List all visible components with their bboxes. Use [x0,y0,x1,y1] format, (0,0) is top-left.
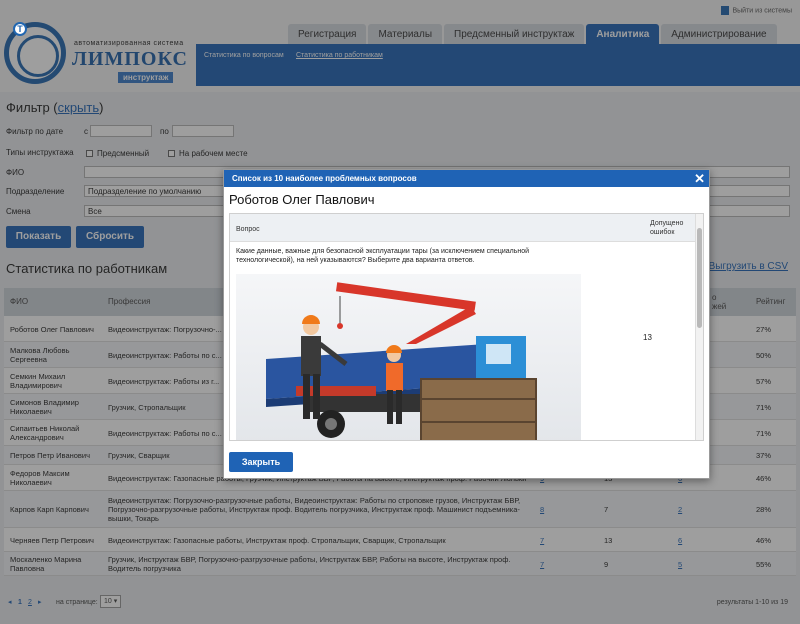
scroll-thumb[interactable] [697,228,702,328]
col-question-header: Вопрос [236,226,260,233]
dialog-person-name: Роботов Олег Павлович [229,192,375,207]
dialog-scrollbar[interactable] [695,214,703,440]
question-text: Какие данные, важные для безопасной эксп… [236,248,530,264]
logo-t-icon: T [13,22,27,36]
questions-list: Вопрос Допущено ошибок Какие данные, важ… [229,213,704,441]
problem-questions-dialog: Список из 10 наиболее проблемных вопросо… [223,169,710,479]
col-errors-made-header: Допущено ошибок [650,220,684,236]
question-illustration [236,274,581,440]
dialog-close-button[interactable]: Закрыть [229,452,293,472]
errors-count: 13 [643,333,652,342]
dialog-title: Список из 10 наиболее проблемных вопросо… [232,174,417,183]
dialog-header: Список из 10 наиболее проблемных вопросо… [224,170,709,187]
questions-table-header: Вопрос Допущено ошибок [230,214,695,242]
close-icon[interactable]: ✕ [694,171,705,187]
